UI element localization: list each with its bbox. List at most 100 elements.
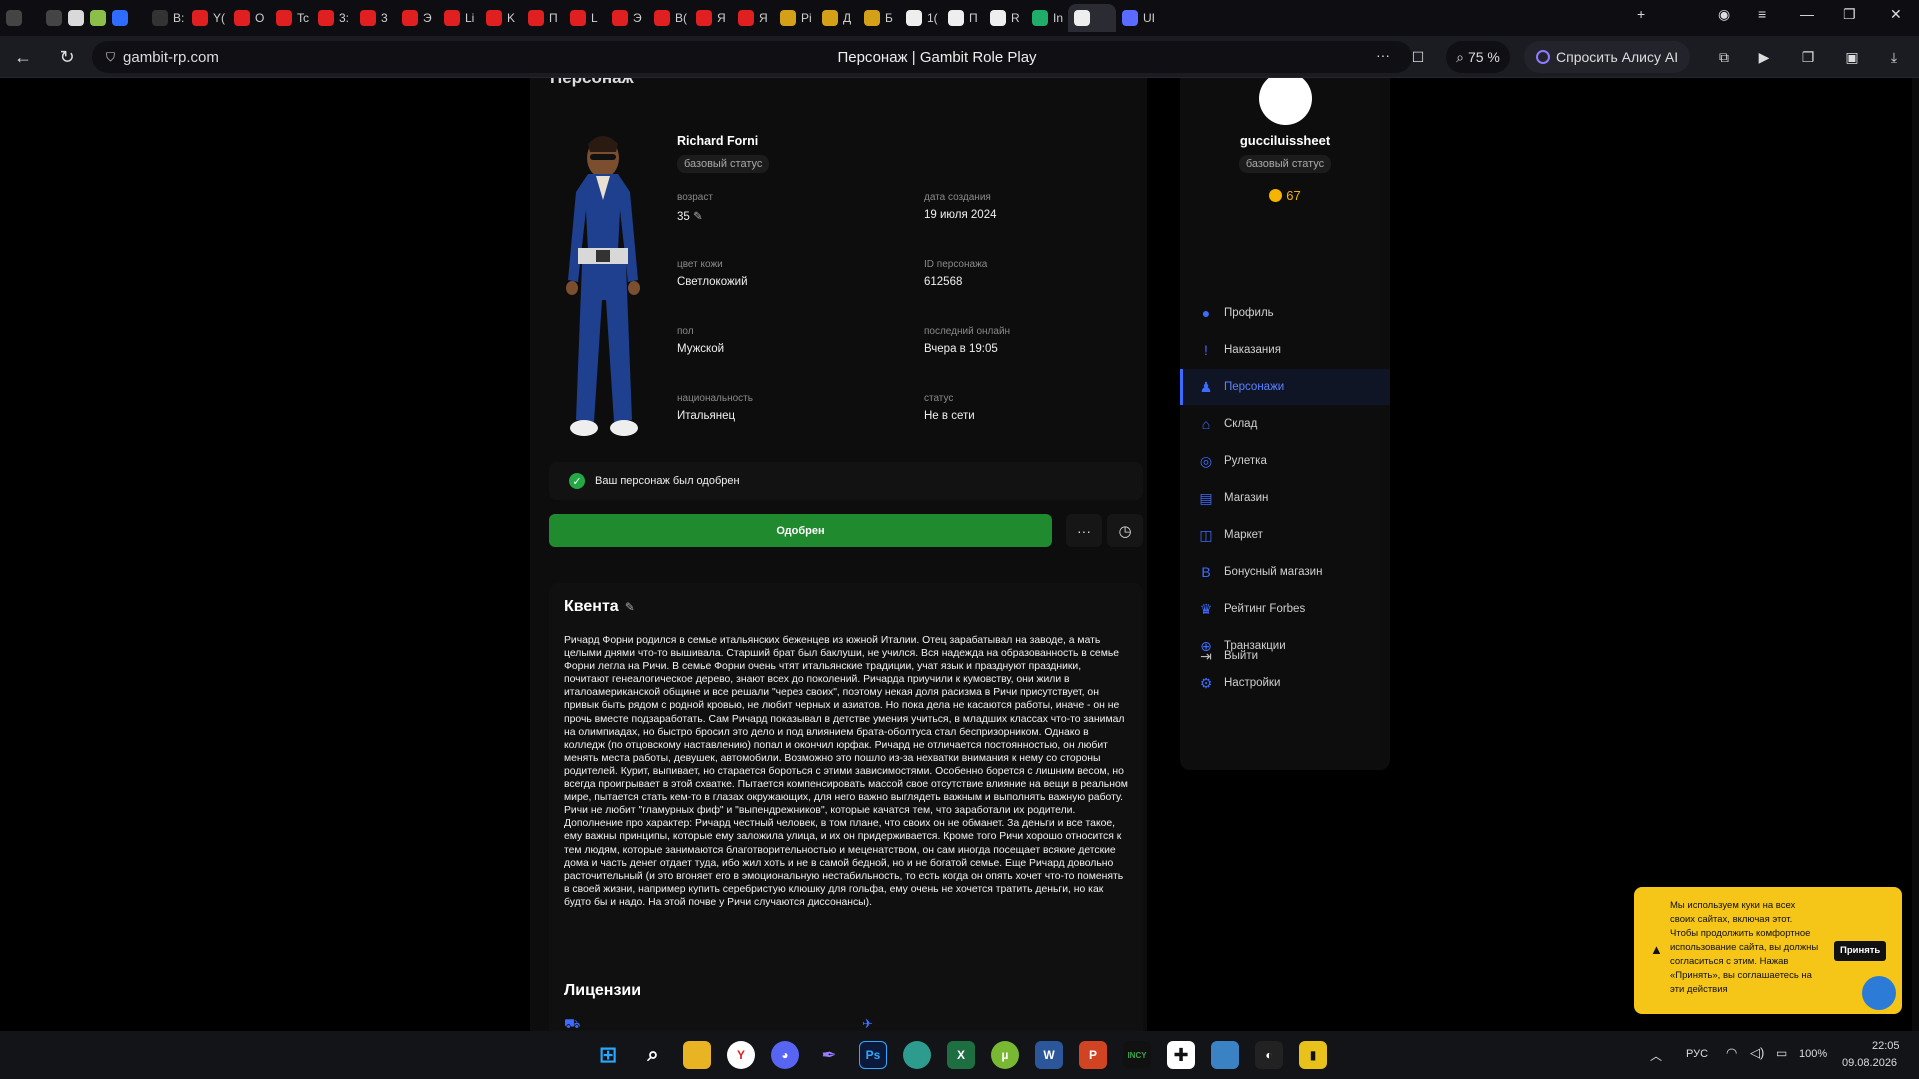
more-icon[interactable]: ···	[1376, 47, 1390, 63]
browser-tab[interactable]: П	[942, 4, 984, 32]
sidebar-item-market[interactable]: ◫ Маркет	[1180, 517, 1390, 553]
sidebar-item-roulette[interactable]: ◎ Рулетка	[1180, 443, 1390, 479]
browser-tab[interactable]: O	[228, 4, 270, 32]
tab-favicon-icon	[486, 10, 502, 26]
restore-button[interactable]: ❐	[1843, 6, 1856, 23]
browser-tab[interactable]: L	[564, 4, 606, 32]
browser-tab[interactable]	[106, 4, 146, 32]
browser-tab[interactable]: Pi	[774, 4, 816, 32]
clock-date[interactable]: 09.08.2026	[1842, 1057, 1897, 1069]
browser-tab[interactable]: Tc	[270, 4, 312, 32]
tab-favicon-icon	[318, 10, 334, 26]
extensions-icon[interactable]: ⧉	[1712, 41, 1736, 73]
downloads-icon[interactable]: ⤓	[1882, 41, 1906, 73]
sidebar-item-label: Бонусный магазин	[1224, 566, 1323, 578]
hamburger-icon[interactable]: ≡	[1758, 6, 1766, 22]
collections-icon[interactable]: ❐	[1796, 41, 1820, 73]
word-icon[interactable]: W	[1035, 1041, 1063, 1069]
feather-app-icon[interactable]: ✒	[815, 1041, 843, 1069]
browser-tab[interactable]: П	[522, 4, 564, 32]
character-name: Richard Forni	[677, 134, 759, 148]
powerpoint-icon[interactable]: P	[1079, 1041, 1107, 1069]
browser-tab[interactable]: Э	[396, 4, 438, 32]
zoom-indicator[interactable]: ⌕ 75 %	[1446, 41, 1510, 73]
pencil-icon[interactable]: ✎	[625, 600, 635, 614]
approved-button[interactable]: Одобрен	[549, 514, 1052, 547]
browser-tab[interactable]: B:	[146, 4, 186, 32]
tab-label: Pi	[801, 11, 812, 25]
game-launcher-icon[interactable]: ◐	[1255, 1041, 1283, 1069]
file-explorer-icon[interactable]	[683, 1041, 711, 1069]
field-value: Итальянец	[677, 410, 753, 422]
browser-tab[interactable]: Li	[438, 4, 480, 32]
input-language[interactable]: РУС	[1686, 1048, 1708, 1060]
excel-icon[interactable]: X	[947, 1041, 975, 1069]
quenta-title: Квента ✎	[564, 598, 635, 616]
sidebar-item-person[interactable]: ♟ Персонажи	[1180, 369, 1390, 405]
globe-app-icon[interactable]	[903, 1041, 931, 1069]
photoshop-icon[interactable]: Ps	[859, 1041, 887, 1069]
browser-tab[interactable]: R	[984, 4, 1026, 32]
browser-tab[interactable]: Э	[606, 4, 648, 32]
browser-tab[interactable]	[0, 4, 40, 32]
browser-tab[interactable]: Y(	[186, 4, 228, 32]
browser-tab[interactable]	[84, 4, 106, 32]
yandex-browser-icon[interactable]: Y	[727, 1041, 755, 1069]
discord-icon[interactable]: ◕	[771, 1041, 799, 1069]
sidebar-item-warehouse[interactable]: ⌂ Склад	[1180, 406, 1390, 442]
browser-tab[interactable]	[40, 4, 62, 32]
alisa-button[interactable]: Спросить Алису AI	[1524, 41, 1691, 73]
tray-chevron-icon[interactable]: ︿	[1650, 1047, 1662, 1064]
scrollbar[interactable]	[1912, 78, 1919, 1031]
search-icon[interactable]: ⌕	[639, 1041, 667, 1069]
sidebar-item-shop[interactable]: ▤ Магазин	[1180, 480, 1390, 516]
history-button[interactable]: ◷	[1107, 514, 1143, 547]
minimize-button[interactable]: —	[1800, 6, 1814, 22]
browser-tab[interactable]: In	[1026, 4, 1068, 32]
browser-tab[interactable]	[62, 4, 84, 32]
battery-icon[interactable]: ▭	[1776, 1046, 1787, 1060]
sidebar-item-bonus[interactable]: B Бонусный магазин	[1180, 554, 1390, 590]
back-button[interactable]: ←	[6, 40, 40, 74]
browser-tab[interactable]: B(	[648, 4, 690, 32]
reload-button[interactable]: ↻	[50, 40, 84, 74]
inkscape-app-icon[interactable]: INCY	[1123, 1041, 1151, 1069]
volume-icon[interactable]: ◁)	[1750, 1045, 1764, 1061]
wifi-icon[interactable]: ◠	[1726, 1045, 1737, 1061]
car-icon: ⛟	[564, 1016, 581, 1031]
media-icon[interactable]: ▶	[1752, 41, 1776, 73]
plus-app-icon[interactable]: ✚	[1167, 1041, 1195, 1069]
close-window-button[interactable]: ✕	[1890, 6, 1902, 23]
edit-age-pencil-icon[interactable]: ✎	[690, 211, 703, 223]
tab-label: Y(	[213, 11, 225, 25]
browser-tab[interactable]	[1068, 4, 1116, 32]
tab-favicon-icon	[90, 10, 106, 26]
profile-sync-icon[interactable]: ▣	[1840, 41, 1864, 73]
browser-tab[interactable]: K	[480, 4, 522, 32]
clock-time[interactable]: 22:05	[1872, 1040, 1900, 1052]
url-field[interactable]: ⛉ gambit-rp.com Персонаж | Gambit Role P…	[92, 41, 1412, 73]
bookmark-icon[interactable]: ☐	[1408, 41, 1428, 73]
browser-tab[interactable]: 1(	[900, 4, 942, 32]
sidebar-item-trophy[interactable]: ♛ Рейтинг Forbes	[1180, 591, 1390, 627]
browser-tab[interactable]: Я	[732, 4, 774, 32]
browser-tab[interactable]: Д	[816, 4, 858, 32]
tab-menu-icon[interactable]: ◉	[1718, 6, 1730, 23]
browser-tab[interactable]: UI	[1116, 4, 1156, 32]
window-app-icon[interactable]	[1211, 1041, 1239, 1069]
battery-app-icon[interactable]: ▮	[1299, 1041, 1327, 1069]
sidebar-item-label: Маркет	[1224, 529, 1263, 541]
logout-button[interactable]: ⇥ Выйти	[1180, 638, 1390, 674]
start-icon[interactable]: ⊞	[594, 1041, 622, 1069]
browser-tab[interactable]: 3:	[312, 4, 354, 32]
cookie-accept-button[interactable]: Принять	[1834, 941, 1887, 961]
utorrent-icon[interactable]: µ	[991, 1041, 1019, 1069]
sidebar-item-user[interactable]: ● Профиль	[1180, 295, 1390, 331]
browser-tab[interactable]: Б	[858, 4, 900, 32]
new-tab-button[interactable]: +	[1637, 6, 1645, 22]
browser-tab[interactable]: 3	[354, 4, 396, 32]
sidebar-item-alert[interactable]: ! Наказания	[1180, 332, 1390, 368]
browser-tab[interactable]: Я	[690, 4, 732, 32]
more-options-button[interactable]: ···	[1066, 514, 1102, 547]
chat-bubble[interactable]	[1862, 976, 1896, 1010]
